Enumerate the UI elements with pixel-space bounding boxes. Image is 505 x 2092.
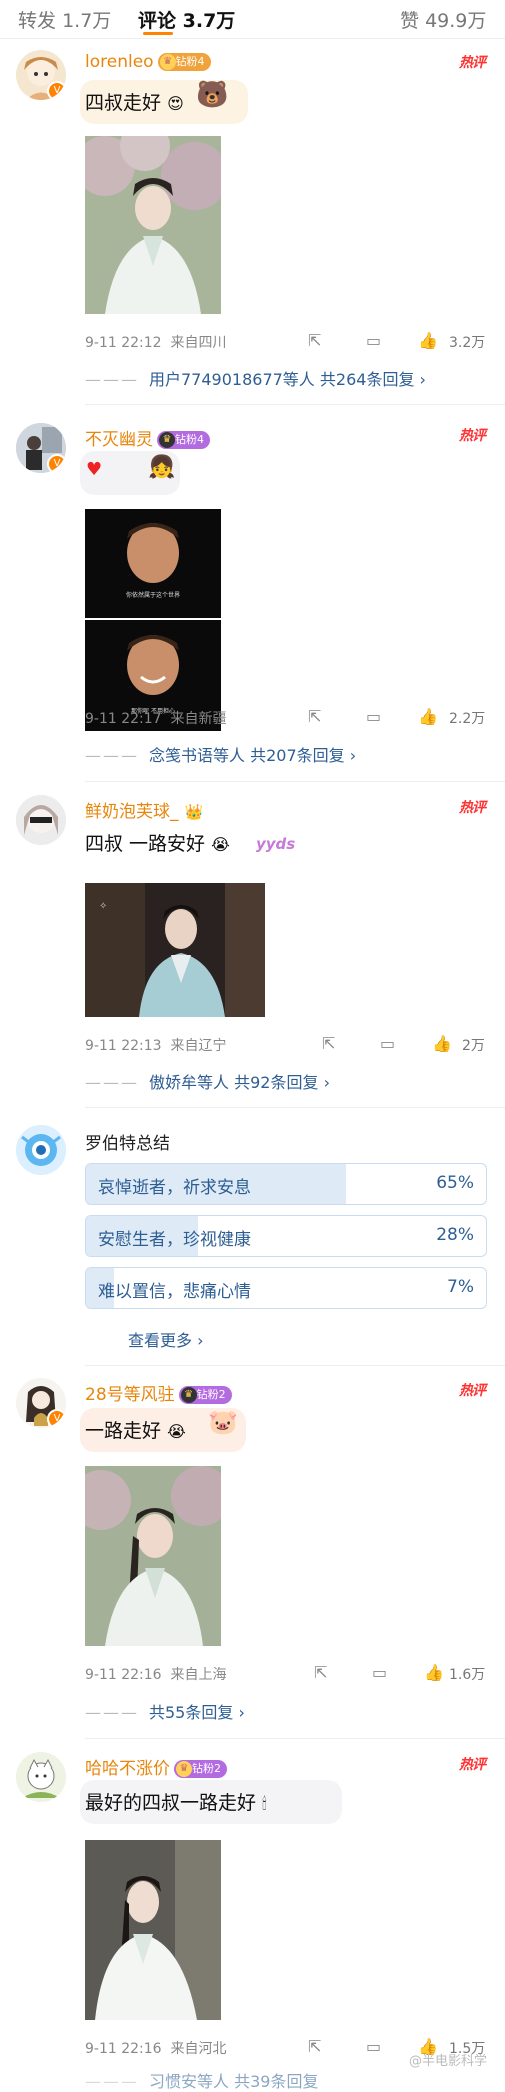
heart-emoji-icon: ♥	[86, 459, 103, 480]
candle-emoji-icon: 🕯	[262, 1794, 267, 1813]
sticker-icon: 🐷	[208, 1408, 238, 1436]
username[interactable]: 28号等风驻 ♛ 钻粉2	[85, 1380, 232, 1405]
like-count: 3.2万	[449, 335, 486, 351]
fan-badge: ♛ 钻粉4	[157, 53, 211, 71]
svg-text:✧: ✧	[99, 901, 107, 912]
username[interactable]: 不灭幽灵 ♛ 钻粉4	[85, 425, 210, 450]
avatar[interactable]	[16, 1752, 66, 1802]
username[interactable]: 鲜奶泡芙球_ 👑	[85, 797, 203, 822]
verified-icon: V	[47, 1409, 66, 1428]
comment-tab-bar: 转发 1.7万 评论 3.7万 赞 49.9万	[0, 0, 505, 39]
comment-icon[interactable]: ▭	[380, 1035, 398, 1053]
divider	[85, 404, 505, 405]
hot-comment-label: 热评	[459, 1383, 486, 1399]
divider	[85, 1738, 505, 1739]
reply-summary[interactable]: ——— 用户7749018677等人 共264条回复 ›	[85, 366, 485, 390]
poll-option-label: 难以置信，悲痛心情	[98, 1282, 251, 1302]
tab-likes[interactable]: 赞 49.9万	[400, 6, 486, 33]
reply-summary[interactable]: ——— 傲娇牟等人 共92条回复 ›	[85, 1069, 485, 1093]
verified-icon: V	[47, 454, 66, 473]
like-icon[interactable]: 👍	[418, 708, 438, 726]
poll-option-percent: 28%	[436, 1225, 474, 1245]
poll-option[interactable]: 安慰生者，珍视健康 28%	[85, 1215, 487, 1257]
comment-meta: 9-11 22:17 来自新疆	[85, 711, 227, 727]
comment-icon[interactable]: ▭	[366, 332, 384, 350]
watermark: @半电影科学	[408, 2054, 487, 2069]
comment-photo[interactable]: ✧	[85, 883, 265, 1017]
like-icon[interactable]: 👍	[432, 1035, 452, 1053]
chevron-right-icon: ›	[323, 1073, 330, 1092]
chevron-right-icon: ›	[238, 1703, 245, 1722]
comment-meta: 9-11 22:16 来自河北	[85, 2041, 227, 2057]
comment-icon[interactable]: ▭	[366, 708, 384, 726]
comment-meta: 9-11 22:12 来自四川	[85, 335, 227, 351]
divider	[85, 1107, 505, 1108]
see-more-link[interactable]: 查看更多 ›	[128, 1327, 505, 1351]
poll-option-label: 哀悼逝者，祈求安息	[98, 1178, 251, 1198]
hot-comment-label: 热评	[459, 55, 486, 71]
sticker-icon: 👧	[148, 455, 176, 480]
username[interactable]: 哈哈不涨价 ♛ 钻粉2	[85, 1754, 227, 1779]
reply-summary[interactable]: ——— 念笺书语等人 共207条回复 ›	[85, 742, 485, 766]
fan-badge: ♛ 钻粉4	[157, 431, 210, 449]
comment-photo[interactable]: 你依然属于这个世界 那你呢 不用担心	[85, 509, 221, 731]
reply-summary[interactable]: ——— 共55条回复 ›	[85, 1699, 485, 1723]
like-icon[interactable]: 👍	[418, 332, 438, 350]
heart-eyes-emoji-icon: 😍	[167, 94, 184, 113]
share-icon[interactable]: ⇱	[322, 1035, 340, 1053]
comment-icon[interactable]: ▭	[372, 1664, 390, 1682]
comment-text: 四叔 一路安好 😭	[85, 833, 230, 855]
hot-comment-label: 热评	[459, 1757, 486, 1773]
share-icon[interactable]: ⇱	[308, 2038, 326, 2056]
crying-emoji-icon: 😭	[167, 1422, 186, 1441]
poll-author[interactable]: 罗伯特总结	[85, 1129, 170, 1154]
hot-comment-label: 热评	[459, 428, 486, 444]
avatar[interactable]: V	[16, 50, 66, 100]
svg-text:你依然属于这个世界: 你依然属于这个世界	[126, 591, 180, 599]
avatar[interactable]	[16, 1125, 66, 1175]
crying-emoji-icon: 😭	[211, 835, 230, 854]
tab-comments[interactable]: 评论 3.7万	[138, 6, 235, 33]
active-tab-indicator	[143, 32, 173, 35]
tab-repost[interactable]: 转发 1.7万	[18, 6, 111, 33]
avatar[interactable]: V	[16, 423, 66, 473]
like-icon[interactable]: 👍	[424, 1664, 444, 1682]
like-count: 2万	[462, 1038, 485, 1054]
comment-photo[interactable]	[85, 1840, 221, 2020]
like-count: 2.2万	[449, 711, 486, 727]
share-icon[interactable]: ⇱	[308, 332, 326, 350]
poll-option-percent: 7%	[447, 1277, 474, 1297]
poll-option[interactable]: 难以置信，悲痛心情 7%	[85, 1267, 487, 1309]
like-count: 1.6万	[449, 1667, 486, 1683]
poll-option-label: 安慰生者，珍视健康	[98, 1230, 251, 1250]
share-icon[interactable]: ⇱	[314, 1664, 332, 1682]
fan-badge: ♛ 钻粉2	[178, 1386, 232, 1404]
username[interactable]: lorenleo ♛ 钻粉4	[85, 52, 211, 72]
divider	[85, 781, 505, 782]
avatar[interactable]: V	[16, 1378, 66, 1428]
verified-icon: V	[47, 81, 66, 100]
yyds-sticker: yyds	[256, 835, 296, 853]
comment-meta: 9-11 22:16 来自上海	[85, 1667, 227, 1683]
divider	[85, 1365, 505, 1366]
comment-meta: 9-11 22:13 来自辽宁	[85, 1038, 227, 1054]
comment-photo[interactable]	[85, 1466, 221, 1646]
share-icon[interactable]: ⇱	[308, 708, 326, 726]
avatar[interactable]	[16, 795, 66, 845]
comment-text: 一路走好 😭	[85, 1420, 186, 1442]
sticker-icon: 🐻	[196, 80, 229, 110]
chevron-right-icon: ›	[197, 1331, 204, 1350]
comment-icon[interactable]: ▭	[366, 2038, 384, 2056]
reply-summary[interactable]: ——— 习惯安等人 共39条回复	[85, 2068, 485, 2092]
fan-badge: ♛ 钻粉2	[174, 1760, 227, 1778]
chevron-right-icon: ›	[419, 370, 426, 389]
comment-photo[interactable]	[85, 136, 221, 314]
crown-icon: 👑	[184, 803, 204, 821]
comment-text: 四叔走好 😍	[85, 92, 184, 114]
poll-option-percent: 65%	[436, 1173, 474, 1193]
chevron-right-icon: ›	[349, 746, 357, 765]
hot-comment-label: 热评	[459, 800, 486, 816]
comment-text: 最好的四叔一路走好 🕯	[85, 1792, 267, 1814]
poll-option[interactable]: 哀悼逝者，祈求安息 65%	[85, 1163, 487, 1205]
